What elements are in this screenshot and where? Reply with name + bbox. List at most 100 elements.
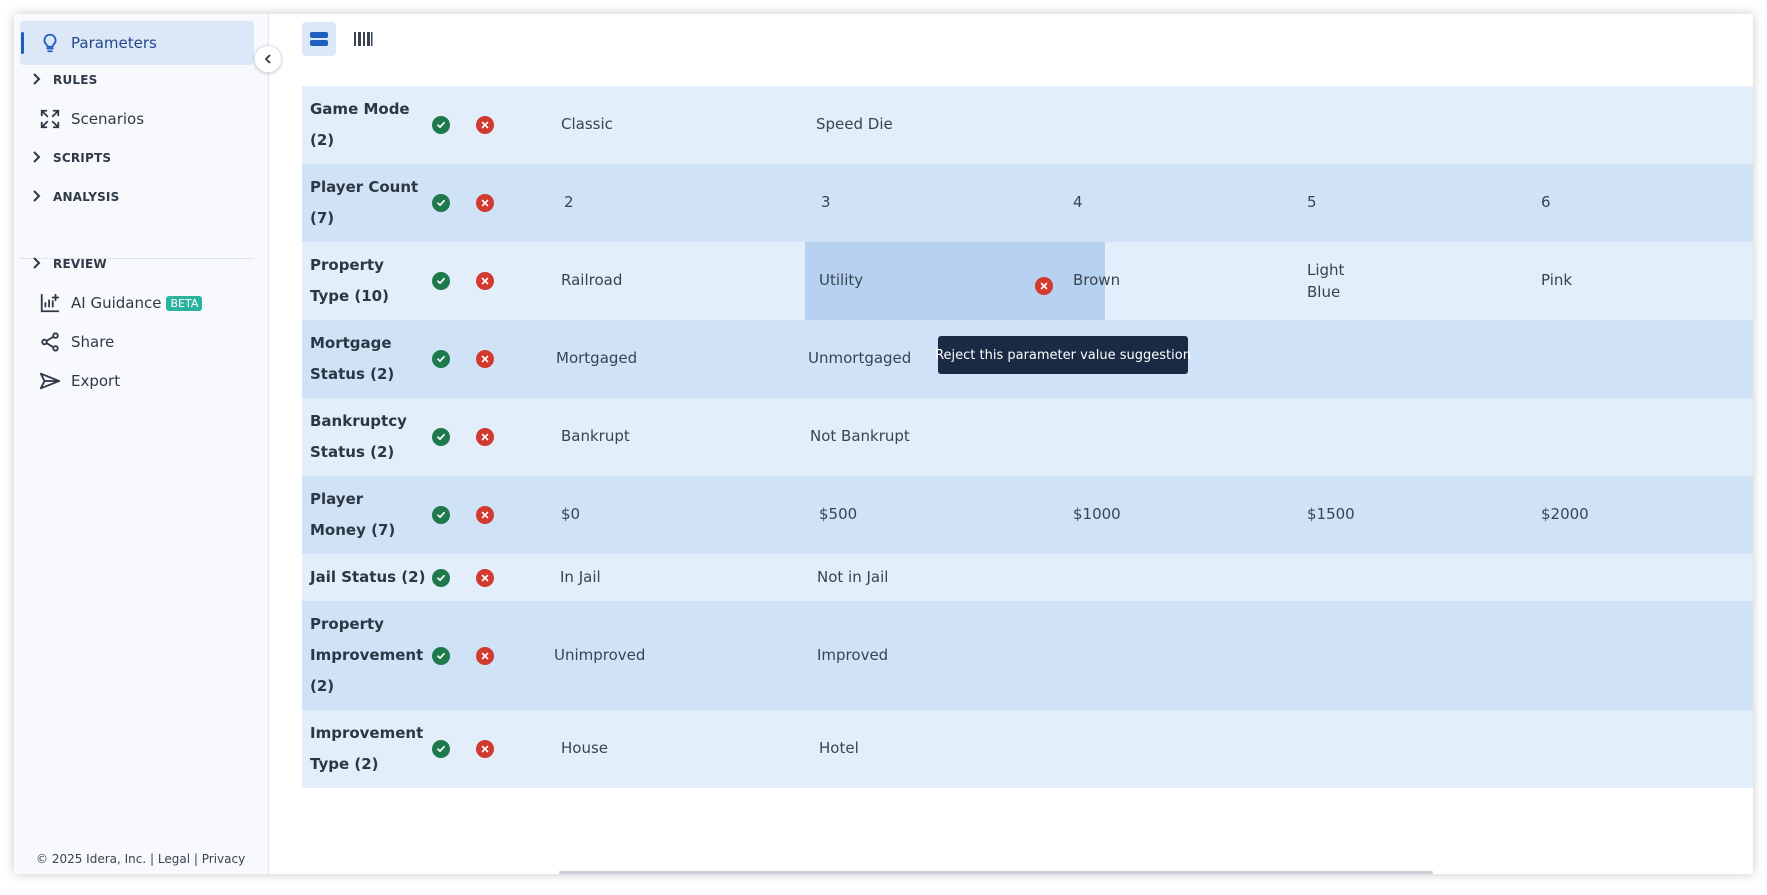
grid-view-button[interactable] <box>346 22 380 56</box>
parameter-name-line: Status (2) <box>310 365 395 383</box>
sidebar-item-label: Parameters <box>71 34 157 52</box>
privacy-link[interactable]: Privacy <box>202 852 245 866</box>
parameter-value[interactable]: $500 <box>819 505 857 523</box>
parameter-value[interactable]: House <box>561 739 608 757</box>
parameter-value[interactable]: In Jail <box>560 568 601 586</box>
parameter-row: Game Mode (2) Classic Speed Die <box>302 86 1753 164</box>
horizontal-scrollbar[interactable] <box>559 871 1433 874</box>
check-circle-icon <box>437 433 445 441</box>
parameter-name: Property Type (10) <box>310 250 428 312</box>
parameter-value[interactable]: Speed Die <box>816 115 893 133</box>
parameter-name-line: (7) <box>310 209 335 227</box>
parameter-name-line: Bankruptcy <box>310 412 407 430</box>
parameter-value[interactable]: Unmortgaged <box>808 349 911 367</box>
parameter-value[interactable]: $2000 <box>1541 505 1589 523</box>
parameter-name: Bankruptcy Status (2) <box>310 406 428 468</box>
parameter-value-line: Light <box>1307 261 1345 279</box>
check-circle-icon <box>437 355 445 363</box>
parameter-value[interactable]: $1000 <box>1073 505 1121 523</box>
sidebar-item-parameters[interactable]: Parameters <box>20 21 254 65</box>
x-circle-icon <box>481 199 489 207</box>
sidebar-item-label: Scenarios <box>71 110 145 128</box>
reject-tooltip: Reject this parameter value suggestion <box>935 336 1191 374</box>
collapse-sidebar-button[interactable] <box>254 45 282 73</box>
parameter-value[interactable]: 5 <box>1307 193 1317 211</box>
parameter-value[interactable]: 4 <box>1073 193 1083 211</box>
section-scripts[interactable]: SCRIPTS <box>20 144 254 172</box>
section-analysis[interactable]: ANALYSIS <box>20 183 254 211</box>
parameter-row: Improvement Type (2) House Hotel <box>302 710 1753 788</box>
parameter-name-line: Game Mode <box>310 100 410 118</box>
parameter-value[interactable]: Classic <box>561 115 613 133</box>
reject-parameter-button[interactable] <box>476 272 494 290</box>
chevron-left-icon <box>264 54 271 64</box>
accept-parameter-button[interactable] <box>432 506 450 524</box>
parameter-value[interactable]: Light Blue <box>1307 259 1344 303</box>
reject-parameter-button[interactable] <box>476 646 494 665</box>
section-review[interactable]: REVIEW <box>20 250 254 278</box>
reject-parameter-button[interactable] <box>476 428 494 446</box>
expand-arrows-icon <box>38 107 62 131</box>
section-label: SCRIPTS <box>53 151 112 165</box>
parameter-value[interactable]: Mortgaged <box>556 349 637 367</box>
parameter-value[interactable]: 3 <box>821 193 831 211</box>
accept-parameter-button[interactable] <box>432 116 450 134</box>
parameter-name-line: (2) <box>310 131 335 149</box>
sidebar-item-ai-guidance[interactable]: AI Guidance BETA <box>20 281 254 325</box>
parameter-value[interactable]: Improved <box>817 646 888 664</box>
reject-parameter-button[interactable] <box>476 740 494 758</box>
sidebar-item-label: AI Guidance BETA <box>71 294 203 312</box>
sidebar-item-scenarios[interactable]: Scenarios <box>20 97 254 141</box>
parameter-row: Player Count (7) 2 3 4 5 6 <box>302 164 1753 242</box>
parameter-value[interactable]: Railroad <box>561 271 622 289</box>
parameter-name: Player Count (7) <box>310 172 428 234</box>
reject-parameter-button[interactable] <box>476 506 494 524</box>
reject-parameter-button[interactable] <box>476 350 494 368</box>
parameter-row: Property Improvement (2) Unimproved Improved <box>302 601 1753 710</box>
parameter-row: Property Type (10) Railroad Utility Brown Lig… <box>302 242 1753 329</box>
parameter-value[interactable]: Pink <box>1541 271 1572 289</box>
parameter-value[interactable]: $1500 <box>1307 505 1355 523</box>
parameter-value[interactable]: Bankrupt <box>561 427 630 445</box>
parameter-value[interactable]: Not Bankrupt <box>810 427 910 445</box>
parameter-name-line: Property <box>310 615 384 633</box>
parameter-row: Player Money (7) $0 $500 $1000 $1500 $2000 <box>302 476 1753 554</box>
sidebar-item-share[interactable]: Share <box>20 320 254 364</box>
share-icon <box>38 330 62 354</box>
accept-parameter-button[interactable] <box>432 568 450 587</box>
parameter-name-line: Property <box>310 256 384 274</box>
accept-parameter-button[interactable] <box>432 350 450 368</box>
accept-parameter-button[interactable] <box>432 646 450 665</box>
section-rules[interactable]: RULES <box>20 66 254 94</box>
parameter-row: Jail Status (2) In Jail Not in Jail <box>302 554 1753 601</box>
chevron-right-icon <box>33 73 41 85</box>
parameter-value[interactable]: $0 <box>561 505 580 523</box>
accept-parameter-button[interactable] <box>432 428 450 446</box>
list-view-button[interactable] <box>302 22 336 56</box>
parameter-value[interactable]: Utility <box>819 271 863 289</box>
barcode-view-icon <box>354 32 373 46</box>
accept-parameter-button[interactable] <box>432 740 450 758</box>
parameter-value[interactable]: Hotel <box>819 739 859 757</box>
sidebar-item-export[interactable]: Export <box>20 359 254 403</box>
section-label: RULES <box>53 73 98 87</box>
parameter-name-line: Type (2) <box>310 755 379 773</box>
reject-parameter-button[interactable] <box>476 194 494 212</box>
accept-parameter-button[interactable] <box>432 272 450 290</box>
parameter-value[interactable]: 6 <box>1541 193 1551 211</box>
x-circle-icon <box>481 121 489 129</box>
accept-parameter-button[interactable] <box>432 194 450 212</box>
parameter-name: Mortgage Status (2) <box>310 328 428 390</box>
ai-guidance-label: AI Guidance <box>71 294 162 312</box>
reject-value-button[interactable] <box>1035 277 1053 295</box>
parameter-value[interactable]: Not in Jail <box>817 568 888 586</box>
parameter-name-line: Mortgage <box>310 334 392 352</box>
reject-parameter-button[interactable] <box>476 568 494 587</box>
parameter-value[interactable]: Brown <box>1073 271 1120 289</box>
parameter-name-line: Player <box>310 490 364 508</box>
parameter-value[interactable]: Unimproved <box>554 646 645 664</box>
parameter-value[interactable]: 2 <box>564 193 574 211</box>
reject-parameter-button[interactable] <box>476 116 494 134</box>
legal-link[interactable]: Legal <box>158 852 190 866</box>
list-view-icon <box>310 32 328 46</box>
